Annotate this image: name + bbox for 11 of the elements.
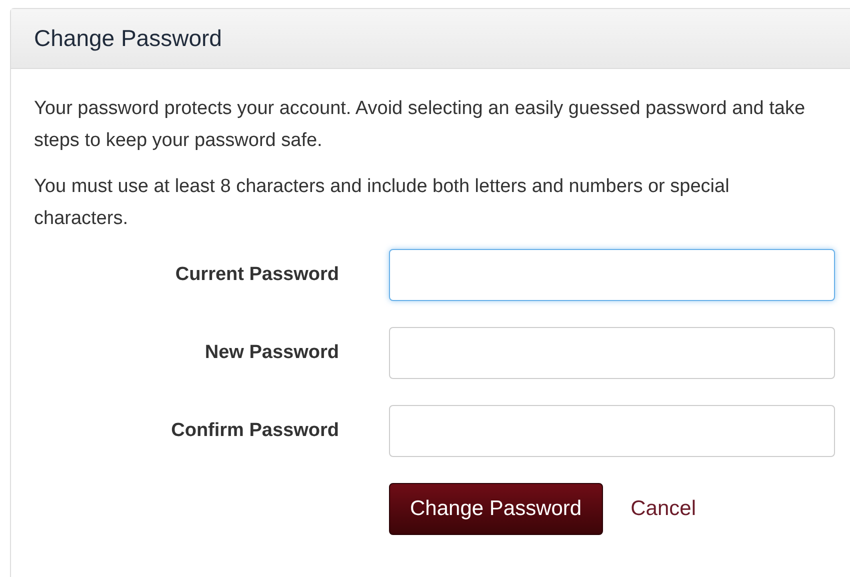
password-field[interactable] xyxy=(389,405,835,457)
password-field[interactable] xyxy=(389,249,835,301)
panel-title: Change Password xyxy=(34,24,222,54)
field-label: Confirm Password xyxy=(170,418,339,443)
cancel-link[interactable]: Cancel xyxy=(630,493,696,525)
field-label: Current Password xyxy=(174,262,339,287)
field-label: New Password xyxy=(204,340,339,365)
description-text: Your password protects your account. Avoid selecting an easily guessed password and take steps to keep your password safe. xyxy=(34,97,806,153)
description-text: You must use at least 8 characters and include both letters and numbers or special characters. xyxy=(34,175,730,231)
change-password-button[interactable]: Change Password xyxy=(389,483,603,535)
password-field[interactable] xyxy=(389,327,835,379)
